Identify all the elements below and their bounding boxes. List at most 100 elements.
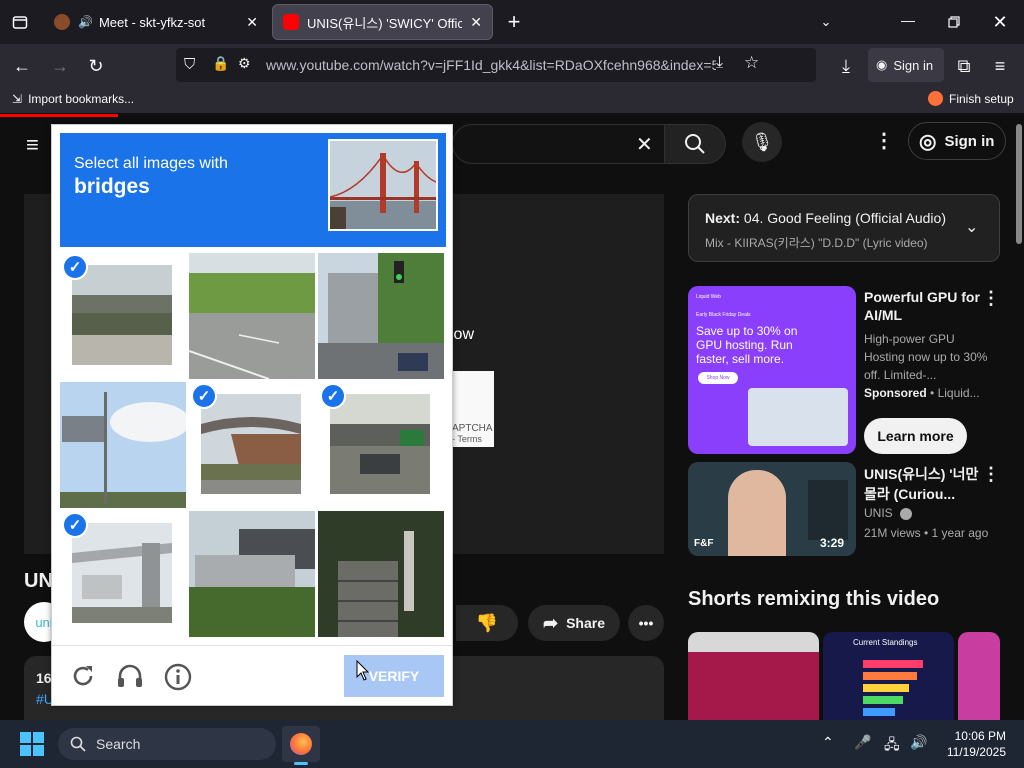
- captcha-tile-3[interactable]: [318, 253, 444, 379]
- voice-search-icon[interactable]: 🎙: [742, 122, 782, 162]
- share-button[interactable]: ➦ Share: [528, 605, 620, 641]
- description-views: 16: [36, 670, 52, 686]
- ad-menu-icon[interactable]: ⋮: [982, 288, 1000, 309]
- tab-list-icon[interactable]: [6, 8, 34, 36]
- forward-icon[interactable]: →: [46, 52, 74, 80]
- captcha-tile-4[interactable]: [60, 382, 186, 508]
- new-tab-icon[interactable]: +: [500, 8, 528, 36]
- rec-video-thumbnail[interactable]: F&F 3:29: [688, 462, 856, 556]
- downloads-icon[interactable]: ⤓: [832, 52, 860, 80]
- dislike-button[interactable]: 👎: [456, 605, 518, 641]
- tray-chevron-up-icon[interactable]: ⌃: [822, 734, 834, 751]
- youtube-sign-in-button[interactable]: ◎ Sign in: [908, 122, 1006, 160]
- back-icon[interactable]: ←: [8, 52, 36, 80]
- reload-challenge-icon[interactable]: [70, 663, 96, 694]
- account-sign-in-button[interactable]: ◉ Sign in: [868, 48, 944, 82]
- chevron-down-icon[interactable]: ⌄: [812, 8, 840, 36]
- close-window-icon[interactable]: ✕: [986, 8, 1014, 36]
- tile-selected-check-icon: ✓: [320, 383, 346, 409]
- reload-icon[interactable]: ↻: [82, 52, 110, 80]
- short-thumbnail[interactable]: [688, 632, 819, 720]
- short-chart-bar: [863, 708, 895, 716]
- captcha-dialog: Select all images with bridges ✓ ✓ ✓ ✓ V…: [51, 124, 453, 706]
- import-bookmarks-button[interactable]: ⇲ Import bookmarks...: [12, 92, 134, 106]
- short-thumbnail[interactable]: [958, 632, 1000, 720]
- firefox-taskbar-button[interactable]: [282, 726, 320, 762]
- chevron-down-icon[interactable]: ⌄: [965, 217, 978, 237]
- up-next-title: 04. Good Feeling (Official Audio): [743, 210, 946, 226]
- save-page-icon[interactable]: ⤓: [716, 54, 723, 72]
- url-bar[interactable]: ⛉ 🔒 ⚙ www.youtube.com/watch?v=jFF1Id_gkk…: [176, 48, 816, 82]
- minimize-icon[interactable]: —: [894, 6, 922, 34]
- finish-setup-button[interactable]: Finish setup: [928, 91, 1014, 106]
- bookmarks-bar: ⇲ Import bookmarks... Finish setup: [0, 86, 1024, 114]
- video-title: UN: [24, 570, 53, 592]
- tab-youtube[interactable]: UNIS(유니스) 'SWICY' Official M ✕: [272, 4, 493, 40]
- rec-video-title[interactable]: UNIS(유니스) '너만 몰라 (Curiou...: [864, 464, 982, 504]
- sign-in-label: Sign in: [944, 132, 995, 150]
- short-thumbnail[interactable]: Current Standings: [823, 632, 954, 720]
- captcha-prompt: Select all images with: [74, 155, 228, 172]
- advertiser-name: Liquid...: [937, 386, 980, 400]
- shield-icon[interactable]: ⛉: [184, 56, 195, 73]
- short-thumb-scene: [688, 652, 819, 720]
- restore-icon[interactable]: [940, 8, 968, 36]
- captcha-header: Select all images with bridges: [60, 133, 446, 247]
- short-chart-bar: [863, 660, 923, 668]
- extensions-icon[interactable]: ⧉: [950, 52, 978, 80]
- page-scrollbar[interactable]: [1016, 124, 1022, 244]
- info-icon[interactable]: [164, 663, 192, 696]
- close-tab-icon[interactable]: ✕: [470, 14, 482, 31]
- rec-thumb-badge: F&F: [694, 538, 714, 549]
- recaptcha-label: APTCHA: [452, 423, 493, 434]
- permissions-icon[interactable]: ⚙: [238, 55, 251, 72]
- recaptcha-terms[interactable]: - Terms: [452, 434, 494, 444]
- search-icon: [70, 736, 86, 752]
- captcha-example-image: [328, 139, 438, 231]
- captcha-target: bridges: [74, 175, 150, 198]
- rec-channel[interactable]: UNIS: [864, 506, 913, 520]
- clear-search-icon[interactable]: ✕: [636, 132, 653, 157]
- close-tab-icon[interactable]: ✕: [246, 14, 258, 31]
- captcha-tile-2[interactable]: [189, 253, 315, 379]
- tile-selected-check-icon: ✓: [62, 512, 88, 538]
- thumbs-down-icon: 👎: [475, 612, 499, 633]
- sponsored-label: Sponsored: [864, 386, 927, 400]
- search-button[interactable]: [664, 124, 726, 164]
- short-chart-bar: [863, 696, 903, 704]
- tile-selected-check-icon: ✓: [191, 383, 217, 409]
- captcha-tile-9[interactable]: [318, 511, 444, 637]
- lock-icon[interactable]: 🔒: [212, 55, 229, 72]
- taskbar-search-box[interactable]: Search: [58, 728, 276, 760]
- network-icon[interactable]: 🖧: [884, 734, 900, 758]
- taskbar-search-label: Search: [96, 736, 141, 752]
- ad-thumb-brand: Liquid Web: [696, 294, 721, 300]
- url-text[interactable]: www.youtube.com/watch?v=jFF1Id_gkk4&list…: [266, 57, 716, 73]
- volume-icon[interactable]: 🔊: [910, 734, 927, 751]
- mouse-cursor-icon: [356, 659, 370, 687]
- import-icon: ⇲: [12, 92, 23, 106]
- menu-icon[interactable]: ≡: [986, 52, 1014, 80]
- microphone-icon[interactable]: 🎤: [854, 734, 871, 751]
- verified-icon: [900, 507, 913, 520]
- page-load-bar: [0, 114, 118, 117]
- captcha-tile-8[interactable]: [189, 511, 315, 637]
- rec-menu-icon[interactable]: ⋮: [982, 464, 1000, 485]
- settings-dots-icon[interactable]: ⋮: [874, 128, 894, 153]
- learn-more-button[interactable]: Learn more: [864, 418, 967, 454]
- audio-challenge-icon[interactable]: [116, 663, 144, 694]
- more-dots-icon: •••: [638, 615, 654, 631]
- ad-thumbnail[interactable]: Liquid Web Early Black Friday Deals Save…: [688, 286, 856, 454]
- hamburger-icon[interactable]: ≡: [26, 132, 39, 158]
- clock[interactable]: 10:06 PM 11/19/2025: [940, 728, 1006, 760]
- recaptcha-badge[interactable]: APTCHA - Terms: [452, 371, 494, 447]
- windows-start-icon[interactable]: [20, 732, 44, 761]
- ad-title[interactable]: Powerful GPU for AI/ML: [864, 288, 992, 324]
- speaker-icon: 🔊: [78, 15, 93, 29]
- bookmark-star-icon[interactable]: ☆: [744, 53, 759, 73]
- up-next-panel[interactable]: Next: 04. Good Feeling (Official Audio) …: [688, 194, 1000, 262]
- tab-meet[interactable]: 🔊 Meet - skt-yfkz-sot ✕: [44, 4, 268, 40]
- account-icon: ◉: [876, 57, 888, 72]
- search-icon: [685, 134, 705, 154]
- more-actions-button[interactable]: •••: [628, 605, 664, 641]
